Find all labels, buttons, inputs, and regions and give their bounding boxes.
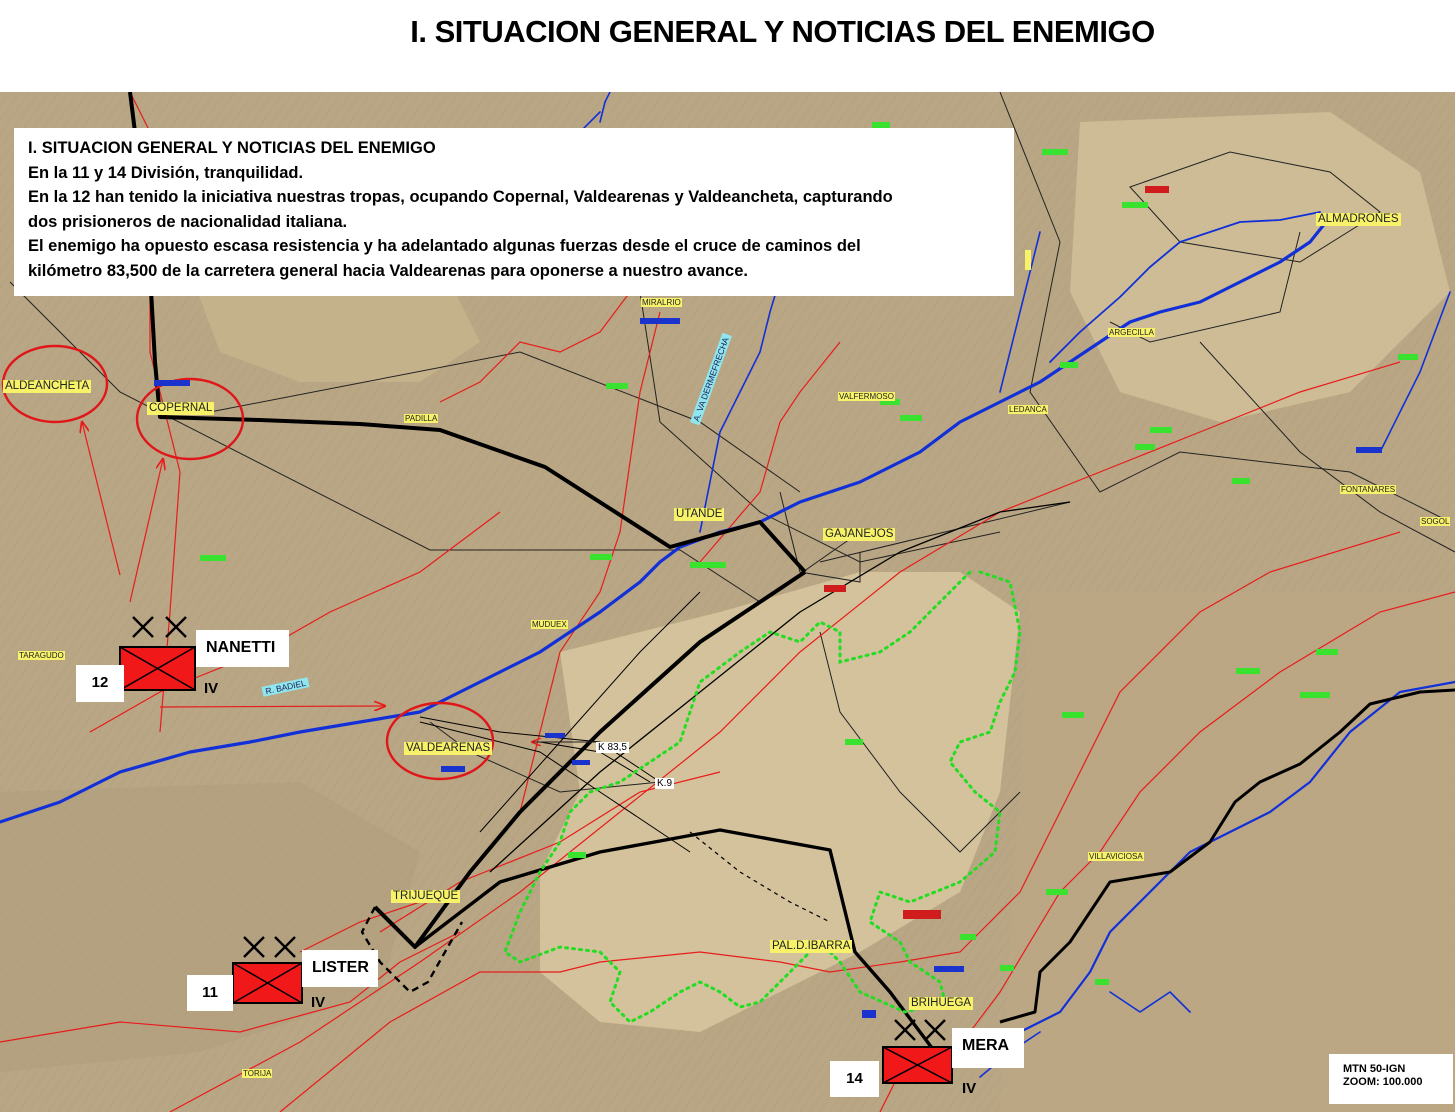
map-scale-note: MTN 50-IGN ZOOM: 100.000 <box>1329 1054 1453 1104</box>
place-label-padilla: PADILLA <box>404 414 439 423</box>
page-title: I. SITUACION GENERAL Y NOTICIAS DEL ENEM… <box>410 14 1155 49</box>
place-label-miralrio: MIRALRIO <box>641 298 682 307</box>
place-label-muduex: MUDUEX <box>531 620 568 629</box>
road-marker-k9: K.9 <box>655 778 675 789</box>
unit-size-mera: IV <box>962 1080 977 1097</box>
unit-name-nanetti: NANETTI <box>196 630 289 667</box>
place-label-utande: UTANDE <box>674 508 725 521</box>
infantry-division-symbol-lister <box>232 962 303 1004</box>
report-line: En la 11 y 14 División, tranquilidad. <box>28 163 304 182</box>
report-line: kilómetro 83,500 de la carretera general… <box>28 261 748 280</box>
place-label-fontanares: FONTANARES <box>1340 485 1397 494</box>
place-label-brihuega: BRIHUEGA <box>909 997 974 1010</box>
place-label-taragudo: TARAGUDO <box>18 651 65 660</box>
report-line: dos prisioneros de nacionalidad italiana… <box>28 212 348 231</box>
report-line: El enemigo ha opuesto escasa resistencia… <box>28 237 861 255</box>
unit-number-11: 11 <box>187 975 233 1011</box>
place-label-villaviciosa: VILLAVICIOSA <box>1088 852 1144 861</box>
place-label-pal-ibarra: PAL.D.IBARRA <box>770 940 853 953</box>
map[interactable]: I. SITUACION GENERAL Y NOTICIAS DEL ENEM… <box>0 92 1455 1112</box>
infantry-division-symbol-nanetti <box>119 646 196 691</box>
unit-size-nanetti: IV <box>204 680 219 697</box>
place-label-gajanejos: GAJANEJOS <box>823 528 896 541</box>
infantry-division-symbol-mera <box>882 1046 953 1084</box>
place-label-sogol: SOGOL <box>1420 517 1451 526</box>
scale-source: MTN 50-IGN <box>1343 1063 1406 1075</box>
situation-report: I. SITUACION GENERAL Y NOTICIAS DEL ENEM… <box>14 128 1014 296</box>
place-label-trijueque: TRIJUEQUE <box>391 890 461 903</box>
place-label-copernal: COPERNAL <box>147 402 215 415</box>
unit-number-12: 12 <box>76 665 124 702</box>
unit-number-14: 14 <box>830 1061 879 1097</box>
unit-size-lister: IV <box>311 994 326 1011</box>
scale-zoom: ZOOM: 100.000 <box>1343 1076 1423 1088</box>
road-marker-k835: K 83,5 <box>596 742 629 753</box>
report-line: En la 12 han tenido la iniciativa nuestr… <box>28 188 893 206</box>
place-label-torija: TORIJA <box>242 1069 273 1078</box>
unit-name-mera: MERA <box>952 1028 1024 1068</box>
place-label-valfermoso: VALFERMOSO <box>838 392 895 401</box>
report-heading: I. SITUACION GENERAL Y NOTICIAS DEL ENEM… <box>28 139 436 157</box>
place-label-aldeancheta: ALDEANCHETA <box>3 380 92 393</box>
place-label-ledanca: LEDANCA <box>1008 405 1048 414</box>
place-label-argecilla: ARGECILLA <box>1108 328 1155 337</box>
place-label-almadrones: ALMADRONES <box>1316 213 1401 226</box>
place-label-valdearenas: VALDEARENAS <box>404 742 493 755</box>
unit-name-lister: LISTER <box>302 950 378 987</box>
